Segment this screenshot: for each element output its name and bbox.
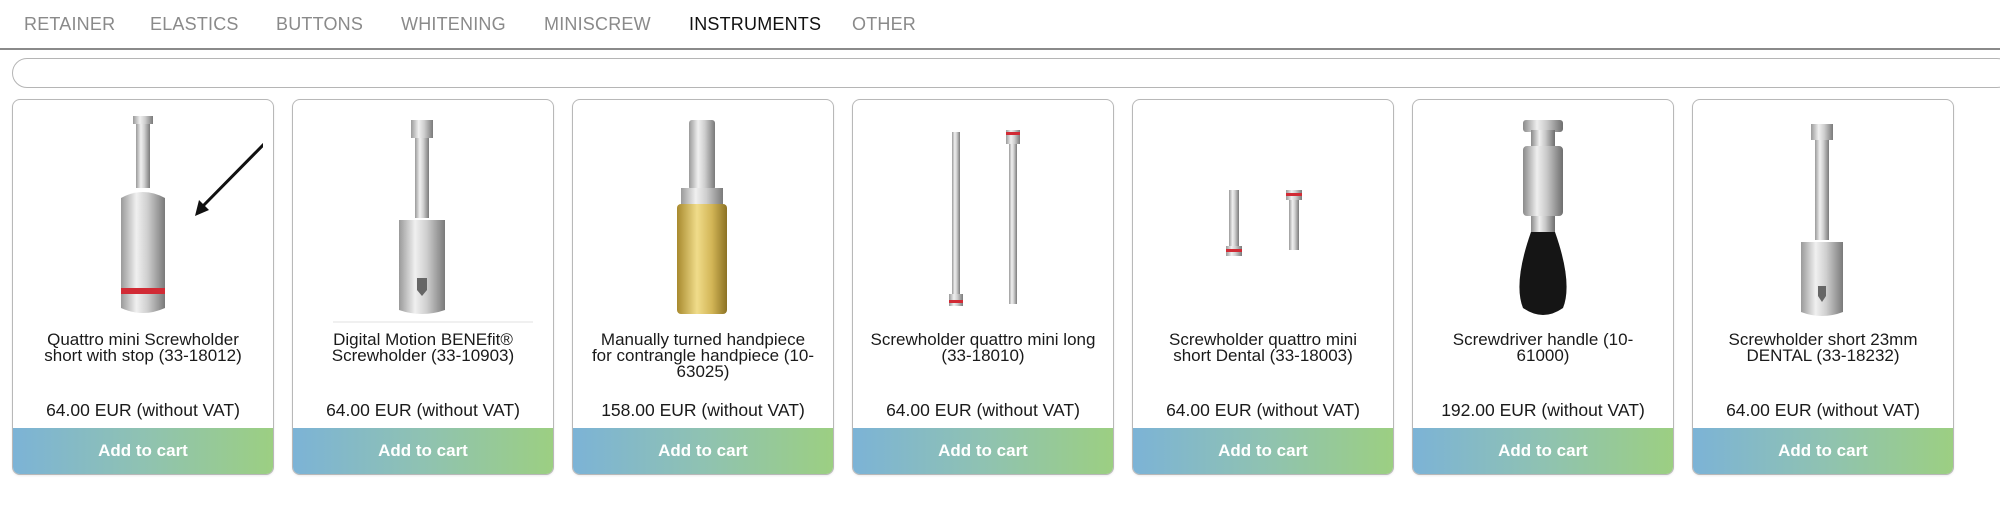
tab-buttons[interactable]: BUTTONS (276, 14, 363, 35)
product-card: Screwholder short 23mm DENTAL (33-18232)… (1692, 99, 1954, 475)
screwholder-benefit-icon[interactable] (303, 108, 543, 326)
product-price: 64.00 EUR (without VAT) (1166, 400, 1360, 420)
add-to-cart-button[interactable]: Add to cart (1133, 428, 1393, 474)
add-to-cart-button[interactable]: Add to cart (853, 428, 1113, 474)
add-to-cart-button[interactable]: Add to cart (573, 428, 833, 474)
product-price: 158.00 EUR (without VAT) (601, 400, 805, 420)
product-price: 192.00 EUR (without VAT) (1441, 400, 1645, 420)
add-to-cart-button[interactable]: Add to cart (13, 428, 273, 474)
search-bar[interactable] (12, 58, 2000, 88)
product-name[interactable]: Screwholder short 23mm DENTAL (33-18232) (1709, 331, 1937, 364)
screwholder-short-stop-icon[interactable] (23, 108, 263, 326)
tab-other[interactable]: OTHER (852, 14, 916, 35)
tab-retainer[interactable]: RETAINER (24, 14, 115, 35)
tab-miniscrew[interactable]: MINISCREW (544, 14, 651, 35)
product-card: Screwdriver handle (10-61000) 192.00 EUR… (1412, 99, 1674, 475)
product-name[interactable]: Digital Motion BENEfit® Screwholder (33-… (309, 331, 537, 364)
product-name[interactable]: Screwholder quattro mini short Dental (3… (1149, 331, 1377, 364)
screwholder-23mm-icon[interactable] (1703, 108, 1943, 326)
product-name[interactable]: Quattro mini Screwholder short with stop… (29, 331, 257, 364)
product-card: Digital Motion BENEfit® Screwholder (33-… (292, 99, 554, 475)
screwholder-long-pair-icon[interactable] (863, 108, 1103, 326)
product-card: Quattro mini Screwholder short with stop… (12, 99, 274, 475)
handpiece-gold-icon[interactable] (583, 108, 823, 326)
add-to-cart-button[interactable]: Add to cart (1693, 428, 1953, 474)
product-card: Manually turned handpiece for contrangle… (572, 99, 834, 475)
product-card: Screwholder quattro mini long (33-18010)… (852, 99, 1114, 475)
tab-instruments[interactable]: INSTRUMENTS (689, 14, 821, 35)
add-to-cart-button[interactable]: Add to cart (1413, 428, 1673, 474)
product-price: 64.00 EUR (without VAT) (326, 400, 520, 420)
product-name[interactable]: Manually turned handpiece for contrangle… (589, 331, 817, 380)
product-price: 64.00 EUR (without VAT) (886, 400, 1080, 420)
product-name[interactable]: Screwdriver handle (10-61000) (1429, 331, 1657, 364)
tab-whitening[interactable]: WHITENING (401, 14, 506, 35)
product-price: 64.00 EUR (without VAT) (1726, 400, 1920, 420)
add-to-cart-button[interactable]: Add to cart (293, 428, 553, 474)
product-card: Screwholder quattro mini short Dental (3… (1132, 99, 1394, 475)
product-price: 64.00 EUR (without VAT) (46, 400, 240, 420)
tab-elastics[interactable]: ELASTICS (150, 14, 239, 35)
screwholder-short-pair-icon[interactable] (1143, 108, 1383, 326)
category-tabs: RETAINER ELASTICS BUTTONS WHITENING MINI… (0, 0, 2000, 50)
screwdriver-handle-icon[interactable] (1423, 108, 1663, 326)
product-name[interactable]: Screwholder quattro mini long (33-18010) (869, 331, 1097, 364)
search-input[interactable] (13, 59, 2000, 87)
